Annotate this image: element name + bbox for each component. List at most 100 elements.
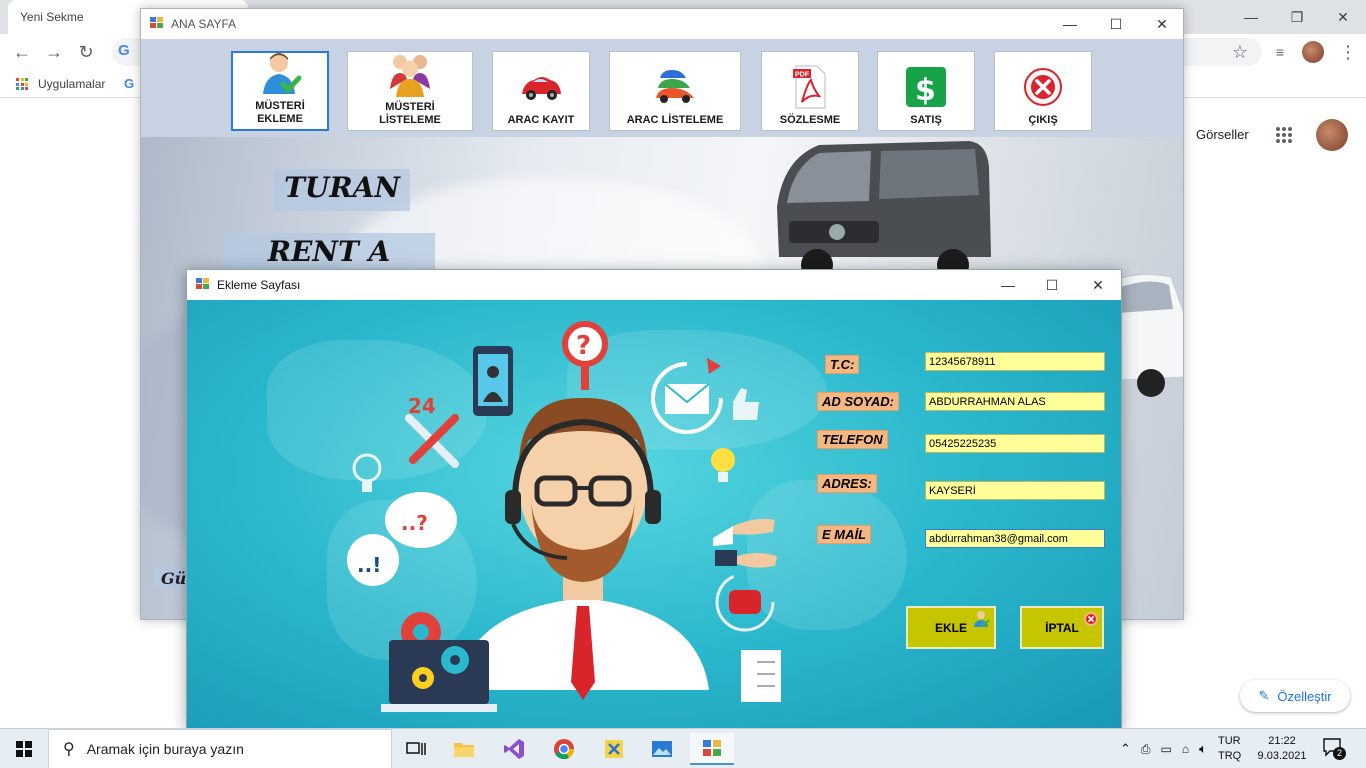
support-illustration: ? ..? ..! <box>347 321 781 712</box>
person-add-icon <box>972 610 990 631</box>
pdf-icon: PDF <box>787 64 833 110</box>
bookmark-apps[interactable]: Uygulamalar <box>38 77 105 91</box>
svg-text:..?: ..? <box>401 511 428 535</box>
sozlesme-button[interactable]: PDF SÖZLESME <box>761 51 859 131</box>
ekle-button[interactable]: EKLE <box>906 606 996 649</box>
cikis-button[interactable]: ÇIKIŞ <box>994 51 1092 131</box>
iptal-label: İPTAL <box>1045 620 1079 635</box>
tc-input[interactable] <box>925 352 1105 371</box>
customize-button[interactable]: ✎ Özelleştir <box>1240 680 1350 712</box>
ribbon-label: SÖZLESME <box>779 114 841 126</box>
browser-minimize-button[interactable]: — <box>1228 4 1274 30</box>
brand-title: TURAN <box>274 169 410 211</box>
ribbon-label: MÜSTERİ EKLEME <box>255 100 305 125</box>
main-maximize-button[interactable]: ☐ <box>1093 9 1139 39</box>
taskbar-search-box[interactable]: ⚲ Aramak için buraya yazın <box>48 729 392 768</box>
person-add-icon <box>257 50 303 96</box>
google-images-link[interactable]: Görseller <box>1196 127 1249 142</box>
dollar-icon: $ <box>903 64 949 110</box>
browser-close-button[interactable]: ✕ <box>1320 4 1366 30</box>
google-icon: G <box>118 42 130 59</box>
search-icon: ⚲ <box>63 741 75 758</box>
apps-grid-icon[interactable] <box>16 78 28 90</box>
browser-menu-icon[interactable]: ⋮ <box>1336 40 1360 64</box>
taskbar: ⚲ Aramak için buraya yazın ⌃ ⎙ ▭ ⌂ 🔈︎ TU… <box>0 728 1366 768</box>
visual-studio-icon[interactable] <box>492 733 536 765</box>
notification-center-icon[interactable]: 2 <box>1322 737 1346 761</box>
bookmark-star-icon[interactable]: ☆ <box>1228 40 1252 64</box>
svg-text:PDF: PDF <box>795 72 810 79</box>
winforms-app-icon[interactable] <box>690 733 734 765</box>
iptal-button[interactable]: İPTAL <box>1020 606 1104 649</box>
browser-restore-button[interactable]: ❐ <box>1274 4 1320 30</box>
dialog-title: Ekleme Sayfası <box>217 278 301 292</box>
svg-text:$: $ <box>915 73 936 108</box>
red-car-icon <box>518 64 564 110</box>
google-account-avatar[interactable] <box>1316 119 1348 151</box>
cars-stack-icon <box>652 64 698 110</box>
app-icon <box>150 17 164 29</box>
snipping-tool-icon[interactable] <box>592 733 636 765</box>
main-titlebar[interactable]: ANA SAYFA — ☐ ✕ <box>141 9 1183 39</box>
adsoyad-input[interactable] <box>925 392 1105 411</box>
ribbon-label: ARAC KAYIT <box>507 114 575 126</box>
ribbon-label: ARAC LİSTELEME <box>626 114 724 126</box>
satis-button[interactable]: $ SATIŞ <box>877 51 975 131</box>
chrome-icon[interactable] <box>542 733 586 765</box>
adres-input[interactable] <box>925 481 1105 500</box>
task-view-icon[interactable] <box>394 733 438 765</box>
taskbar-clock[interactable]: 21:22 9.03.2021 <box>1252 734 1312 764</box>
windows-start-button[interactable] <box>0 729 48 768</box>
svg-text:?: ? <box>576 331 591 361</box>
ekleme-dialog: Ekleme Sayfası — ☐ ✕ ? ..? ..! 24 T.C: 1… <box>186 269 1122 729</box>
clock-date: 9.03.2021 <box>1257 750 1307 762</box>
exit-icon <box>1020 64 1066 110</box>
lang-primary: TUR <box>1218 735 1241 747</box>
google-bookmark-icon[interactable]: G <box>124 76 134 91</box>
dialog-close-button[interactable]: ✕ <box>1075 270 1121 300</box>
arac-listeleme-button[interactable]: ARAC LİSTELEME <box>609 51 741 131</box>
arac-kayit-button[interactable]: ARAC KAYIT <box>492 51 590 131</box>
tray-chevron-up-icon[interactable]: ⌃ <box>1120 741 1131 757</box>
telefon-label: TELEFON <box>817 430 888 449</box>
dialog-titlebar[interactable]: Ekleme Sayfası — ☐ ✕ <box>187 270 1121 300</box>
email-label: E MAİL <box>817 525 872 544</box>
dialog-minimize-button[interactable]: — <box>985 270 1031 300</box>
network-icon[interactable]: ⌂ <box>1182 742 1189 756</box>
pencil-icon: ✎ <box>1258 688 1270 703</box>
system-tray: ⌃ ⎙ ▭ ⌂ 🔈︎ <box>1120 729 1207 768</box>
musteri-ekleme-button[interactable]: MÜSTERİ EKLEME <box>231 51 329 131</box>
customize-label: Özelleştir <box>1277 688 1332 704</box>
svg-text:..!: ..! <box>357 553 381 577</box>
ribbon-toolbar: MÜSTERİ EKLEME MÜSTERİ LİSTELEME ARAC KA… <box>141 39 1183 137</box>
windows-logo-icon <box>16 741 32 757</box>
back-icon[interactable]: ← <box>10 40 34 64</box>
app-icon <box>196 278 210 290</box>
badge-24: 24 <box>408 394 436 418</box>
dialog-maximize-button[interactable]: ☐ <box>1029 270 1075 300</box>
google-apps-icon[interactable] <box>1276 127 1292 143</box>
telefon-input[interactable] <box>925 434 1105 453</box>
photos-icon[interactable] <box>640 733 684 765</box>
lang-secondary: TRQ <box>1218 750 1242 762</box>
reload-icon[interactable]: ↻ <box>74 40 98 64</box>
main-close-button[interactable]: ✕ <box>1139 9 1183 39</box>
main-minimize-button[interactable]: — <box>1047 9 1093 39</box>
ribbon-label: ÇIKIŞ <box>1028 114 1058 126</box>
file-explorer-icon[interactable] <box>442 733 486 765</box>
adsoyad-label: AD SOYAD: <box>817 392 899 411</box>
main-window-title: ANA SAYFA <box>171 17 237 31</box>
ribbon-label: MÜSTERİ LİSTELEME <box>379 101 441 126</box>
clock-time: 21:22 <box>1268 735 1296 747</box>
input-language-indicator[interactable]: TUR TRQ <box>1218 734 1241 764</box>
forward-icon[interactable]: → <box>42 40 66 64</box>
ekle-label: EKLE <box>934 620 967 635</box>
cancel-x-icon <box>1083 611 1099 630</box>
battery-icon[interactable]: ▭ <box>1161 742 1172 756</box>
musteri-listeleme-button[interactable]: MÜSTERİ LİSTELEME <box>347 51 473 131</box>
media-queue-icon[interactable]: ≡ <box>1268 40 1292 64</box>
profile-avatar[interactable] <box>1302 41 1324 63</box>
email-input[interactable] <box>925 529 1105 548</box>
meet-now-icon[interactable]: ⎙ <box>1141 742 1151 757</box>
volume-icon[interactable]: 🔈︎ <box>1199 741 1207 757</box>
